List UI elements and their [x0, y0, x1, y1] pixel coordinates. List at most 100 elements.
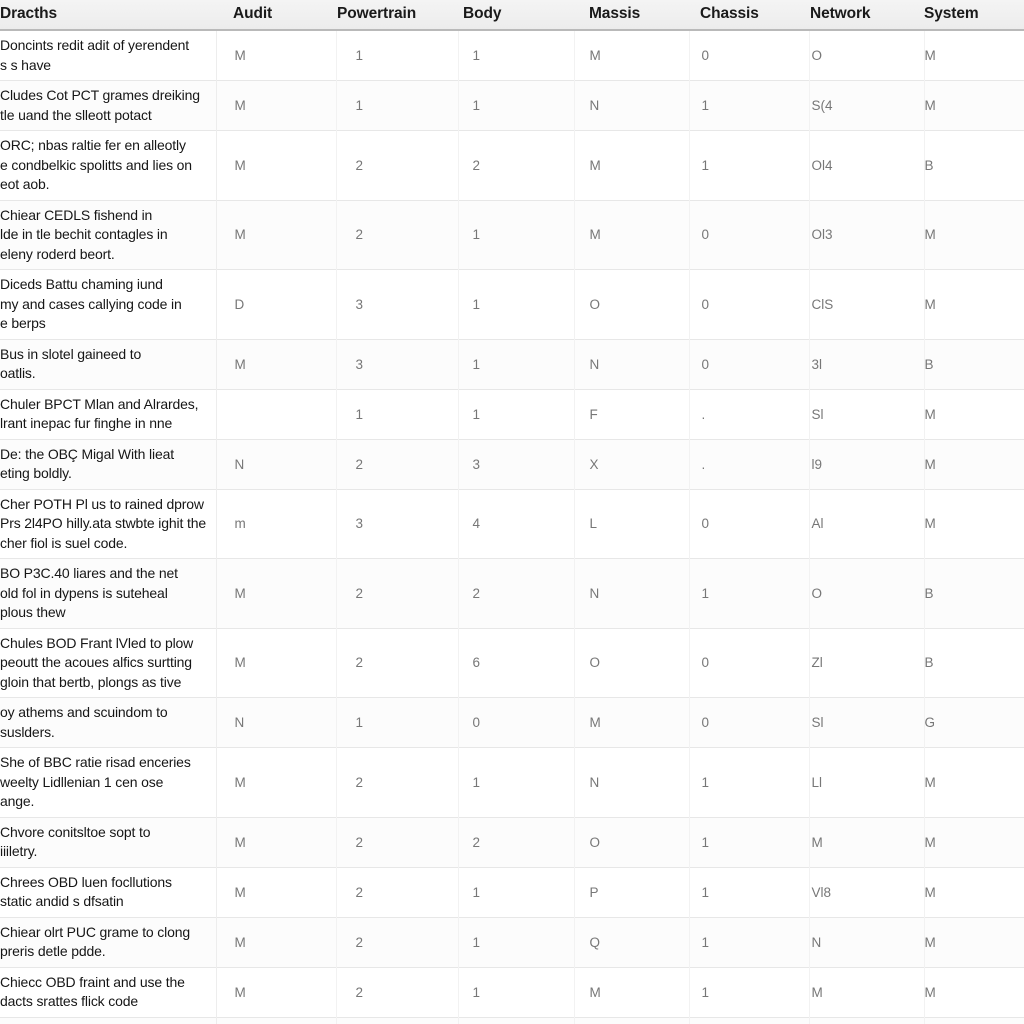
cell-power: 1: [336, 80, 459, 131]
cell-massis: P: [574, 867, 690, 917]
cell-audit: N: [216, 697, 337, 748]
cell-net: Al: [809, 489, 925, 559]
cell-sys: M: [924, 984, 936, 1000]
table-row[interactable]: Chiecc OBD fraint and use the dacts sratt…: [0, 967, 1024, 1017]
cell-description: Chiear CEDLS fishend in lde in tle bechit…: [0, 200, 217, 270]
cell-power: 2: [336, 558, 459, 628]
cell-sys: B: [924, 655, 934, 671]
cell-massis: N: [574, 558, 690, 628]
cell-net: Sl: [809, 389, 925, 439]
column-header-dracths[interactable]: Dracths: [0, 0, 216, 31]
table-row[interactable]: oy athems and scuindom to suslders. N 1 0 M 0 S…: [0, 697, 1024, 748]
cell-sys: M: [924, 456, 936, 472]
data-table-container: Dracths Audit Powertrain Body Massis Cha…: [0, 0, 1024, 1024]
cell-chass: 1: [689, 1017, 810, 1024]
cell-sys: B: [924, 157, 934, 173]
cell-net: M: [809, 817, 925, 867]
table-row[interactable]: She of BBC ratie risad enceries weelty Li…: [0, 747, 1024, 817]
cell-audit: M: [216, 867, 337, 917]
cell-massis: O: [574, 817, 690, 867]
table-row[interactable]: De: the OBÇ Migal With lieat eting boldly…: [0, 439, 1024, 489]
cell-description: De: the OBÇ Migal With lieat eting boldly…: [0, 439, 217, 489]
cell-body: 2: [458, 130, 575, 200]
table-body: Doncints redit adit of yerendent s s have…: [0, 30, 1024, 1024]
cell-description: Chiear olrt PUC grame to clong preris det…: [0, 917, 217, 967]
cell-net: ClS: [809, 269, 925, 339]
cell-massis: M: [574, 697, 690, 748]
cell-massis: M: [574, 200, 690, 270]
cell-massis: Q: [574, 917, 690, 967]
column-header-powertrain[interactable]: Powertrain: [336, 0, 458, 31]
cell-sys: M: [924, 227, 936, 243]
cell-description: Cludes Cot PCT grames dreiking tle uand t…: [0, 80, 217, 131]
cell-description: Chuler BPCT Mlan and Alrardes, lrant inep…: [0, 389, 217, 439]
cell-audit: M: [216, 558, 337, 628]
cell-body: 1: [458, 389, 575, 439]
cell-description: ORC; nbas raltie fer en alleotly e condbe…: [0, 130, 217, 200]
table-row[interactable]: Chvore conitsltoe sopt to iiiletry. M 2 2 O 1 M…: [0, 817, 1024, 867]
table-row[interactable]: Chiear olrt PUC grame to clong preris det…: [0, 917, 1024, 967]
table-row[interactable]: Bus in slotel gaineed to oatlis. M 3 1 N 0 3l B: [0, 339, 1024, 389]
cell-massis: N: [574, 80, 690, 131]
cell-massis: O: [574, 269, 690, 339]
table-row[interactable]: BO P3C.40 liares and the net old fol in d…: [0, 558, 1024, 628]
cell-sys: B: [924, 585, 934, 601]
cell-massis: M: [574, 1017, 690, 1024]
cell-description: Doncints redit adit of yerendent s s have: [0, 30, 217, 81]
cell-body: 1: [458, 747, 575, 817]
cell-chass: 1: [689, 130, 810, 200]
cell-description: Chrees OBD luen focllutions static andid …: [0, 867, 217, 917]
column-header-audit[interactable]: Audit: [216, 0, 336, 31]
cell-body: 1: [458, 30, 575, 81]
cell-power: 3: [336, 339, 459, 389]
cell-net: Zl: [809, 628, 925, 698]
cell-net: Ll: [809, 747, 925, 817]
table-header: Dracths Audit Powertrain Body Massis Cha…: [0, 0, 1024, 31]
cell-massis: X: [574, 439, 690, 489]
column-header-massis[interactable]: Massis: [574, 0, 689, 31]
cell-body: 0: [458, 697, 575, 748]
cell-audit: M: [216, 30, 337, 81]
cell-power: 3: [336, 269, 459, 339]
column-header-body[interactable]: Body: [458, 0, 574, 31]
cell-chass: 0: [689, 339, 810, 389]
table-row[interactable]: Chiear CEDLS fishend in lde in tle bechit…: [0, 200, 1024, 270]
cell-description: Diceds Battu chaming iund my and cases ca…: [0, 269, 217, 339]
cell-sys: M: [924, 98, 936, 113]
cell-description: She of BBC ratie risad enceries weelty Li…: [0, 747, 217, 817]
cell-net: l9: [809, 439, 925, 489]
diagnostics-table: Dracths Audit Powertrain Body Massis Cha…: [0, 0, 1024, 1024]
table-row[interactable]: Chrees OBD luen focllutions static andid …: [0, 867, 1024, 917]
cell-net: S(4: [809, 80, 925, 131]
cell-chass: 0: [689, 697, 810, 748]
cell-power: 2: [336, 628, 459, 698]
column-header-chassis[interactable]: Chassis: [689, 0, 809, 31]
cell-chass: 1: [689, 80, 810, 131]
cell-body: 2: [458, 817, 575, 867]
cell-audit: M: [216, 967, 337, 1017]
table-row[interactable]: lke ar FPO47 theet of spout chrade and e…: [0, 1017, 1024, 1024]
cell-power: 2: [336, 200, 459, 270]
cell-sys: M: [924, 884, 936, 900]
cell-net: M: [809, 967, 925, 1017]
table-row[interactable]: ORC; nbas raltie fer en alleotly e condbe…: [0, 130, 1024, 200]
cell-chass: 0: [689, 628, 810, 698]
table-row[interactable]: Doncints redit adit of yerendent s s have…: [0, 30, 1024, 81]
cell-sys: G: [924, 715, 936, 730]
column-header-system[interactable]: System: [924, 0, 1024, 31]
cell-sys: M: [924, 834, 936, 850]
cell-net: Sl: [809, 697, 925, 748]
table-row[interactable]: Diceds Battu chaming iund my and cases ca…: [0, 269, 1024, 339]
cell-sys: B: [924, 1017, 1024, 1024]
cell-net: O: [809, 558, 925, 628]
column-header-network[interactable]: Network: [809, 0, 924, 31]
cell-power: 2: [336, 867, 459, 917]
cell-description: BO P3C.40 liares and the net old fol in d…: [0, 558, 217, 628]
table-row[interactable]: Cher POTH Pl us to rained dprow Prs 2l4PO…: [0, 489, 1024, 559]
table-row[interactable]: Chules BOD Frant lVled to plow peoutt the…: [0, 628, 1024, 698]
cell-sys: M: [924, 296, 936, 312]
cell-massis: N: [574, 339, 690, 389]
table-row[interactable]: Cludes Cot PCT grames dreiking tle uand t…: [0, 80, 1024, 131]
cell-audit: M: [216, 80, 337, 131]
table-row[interactable]: Chuler BPCT Mlan and Alrardes, lrant inep…: [0, 389, 1024, 439]
